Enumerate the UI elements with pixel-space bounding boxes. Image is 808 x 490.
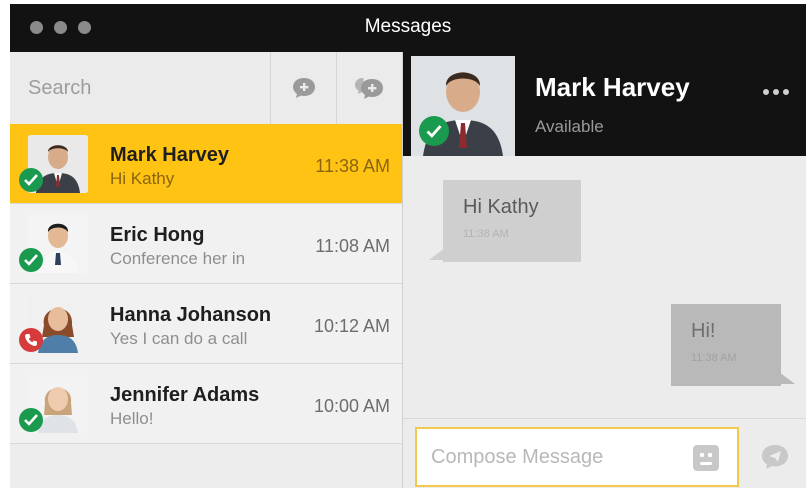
messages-window: Messages Search Mark Harvey Hi Kathy 11:…: [10, 4, 806, 488]
message-preview: Yes I can do a call: [110, 329, 248, 348]
available-status-icon: [419, 116, 449, 146]
title-bar: Messages: [10, 4, 806, 52]
more-dot: [783, 89, 789, 95]
more-dot: [773, 89, 779, 95]
contact-name: Mark Harvey: [110, 144, 229, 166]
conversation-item-mark-harvey[interactable]: Mark Harvey Hi Kathy 11:38 AM: [10, 124, 402, 204]
contact-name: Eric Hong: [110, 224, 205, 246]
message-preview: Hi Kathy: [110, 169, 175, 188]
available-status-icon: [19, 408, 43, 432]
contact-name: Hanna Johanson: [110, 304, 272, 326]
compose-message-input[interactable]: [417, 429, 705, 485]
more-options-button[interactable]: [756, 80, 796, 104]
conversation-item-hanna-johanson[interactable]: Hanna Johanson Yes I can do a call 10:12…: [10, 284, 402, 364]
send-button[interactable]: [749, 427, 801, 487]
new-group-message-button[interactable]: [336, 52, 402, 124]
contact-name: Jennifer Adams: [110, 384, 260, 406]
message-text: Hi!: [691, 320, 716, 342]
chat-plus-icon: [292, 78, 315, 98]
search-row: [10, 52, 402, 125]
available-status-icon: [19, 248, 43, 272]
message-preview: Hello!: [110, 409, 154, 428]
search-input[interactable]: [10, 52, 270, 124]
message-composer: [403, 418, 806, 488]
on-call-status-icon: [19, 328, 43, 352]
contact-name: Mark Harvey: [535, 72, 690, 102]
emoji-icon[interactable]: [693, 445, 719, 471]
message-timestamp: 11:38 AM: [691, 352, 737, 364]
message-text: Hi Kathy: [463, 196, 539, 218]
message-time: 10:12 AM: [313, 316, 390, 336]
incoming-message-bubble: Hi Kathy 11:38 AM: [429, 180, 581, 262]
group-chat-plus-icon: [354, 78, 383, 99]
window-title: Messages: [364, 16, 452, 37]
compose-box: [415, 427, 739, 487]
message-preview: Conference her in: [110, 249, 246, 268]
new-message-button[interactable]: [270, 52, 336, 124]
message-time: 10:00 AM: [313, 396, 390, 416]
available-status-icon: [19, 168, 43, 192]
chat-header: Mark Harvey Available: [403, 52, 806, 156]
message-time: 11:08 AM: [315, 236, 390, 256]
message-time: 11:38 AM: [315, 156, 390, 176]
more-horizontal-icon: [763, 89, 769, 95]
conversation-item-jennifer-adams[interactable]: Jennifer Adams Hello! 10:00 AM: [10, 364, 402, 444]
message-timestamp: 11:38 AM: [463, 228, 509, 240]
emoji-mouth: [700, 462, 712, 465]
presence-status: Available: [535, 117, 604, 136]
conversation-sidebar: Mark Harvey Hi Kathy 11:38 AM: [10, 52, 403, 488]
message-thread: Hi Kathy 11:38 AM Hi! 11:38 AM: [403, 156, 806, 418]
send-icon: [762, 445, 788, 469]
outgoing-message-bubble: Hi! 11:38 AM: [671, 304, 795, 386]
conversation-item-eric-hong[interactable]: Eric Hong Conference her in 11:08 AM: [10, 204, 402, 284]
conversation-list: Mark Harvey Hi Kathy 11:38 AM Eric Hong …: [10, 124, 402, 444]
